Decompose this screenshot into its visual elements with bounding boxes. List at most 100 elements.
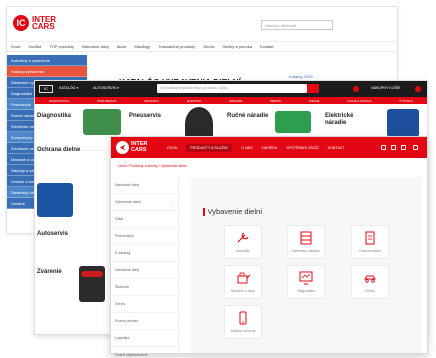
screenshot-stage: IC INTER CARS Hľadaj v obchode Úvod Vozi… <box>0 0 436 358</box>
sidebar-item[interactable]: Online objednávanie <box>111 347 178 358</box>
category-item[interactable]: PNEUSERVIS <box>97 99 116 103</box>
nav-item[interactable]: Služby a ponuka <box>222 44 252 49</box>
search-button[interactable] <box>307 84 319 93</box>
sidebar-item[interactable]: Logistika <box>111 330 178 347</box>
tile-label: Ručné náradie <box>227 113 269 119</box>
nav-item[interactable]: Kontakt <box>260 44 274 49</box>
card-label: Diagnostika <box>297 289 315 293</box>
toolbox-image <box>275 111 311 133</box>
catalogue-window: INTER CARS ÚVOD PRODUKTY A SLUŽBY O NÁS … <box>110 136 428 358</box>
nav-item[interactable]: Úvod <box>11 44 20 49</box>
phone-icon <box>235 311 251 325</box>
welder-stripe <box>81 271 103 277</box>
left-category-label[interactable]: Ochrana dielne <box>37 147 83 154</box>
sidebar-item-expandable[interactable]: Vybavenie dielní › <box>111 194 178 211</box>
cart-label[interactable]: NÁKUPNÝ KOŠÍK <box>371 86 400 90</box>
category-item[interactable]: ZDVIHÁKY <box>144 99 159 103</box>
store-logo[interactable]: IC <box>39 85 53 93</box>
category-card[interactable]: Diagnostika <box>287 265 325 299</box>
tile-label: Diagnostika <box>37 113 72 119</box>
menu-item-products-active[interactable]: PRODUKTY A SLUŽBY <box>186 143 233 152</box>
diagnostics-case-image <box>83 109 121 135</box>
intercars-logo[interactable]: IC INTER CARS <box>13 15 60 31</box>
category-card[interactable]: Dielenský nábytok <box>287 225 325 259</box>
logo-mark-icon: IC <box>13 15 29 31</box>
classic-header: IC INTER CARS Hľadaj v obchode <box>7 7 397 37</box>
intercars-logo-icon[interactable] <box>116 141 129 154</box>
category-bar: DIAGNOSTIKA PNEUSERVIS ZDVIHÁKY ELEKTRO … <box>35 97 427 104</box>
category-item[interactable]: DIELNE <box>309 99 320 103</box>
classic-nav: Úvod Vozidlá TOP produkty Náhradné diely… <box>7 41 397 52</box>
logo-text: INTER CARS <box>32 15 56 31</box>
store-left-column: Ochrana dielne Autoservis Zvárenie <box>35 141 83 336</box>
nav-item[interactable]: Transakčné produkty <box>158 44 195 49</box>
document-icon <box>362 231 378 245</box>
facebook-icon[interactable] <box>381 145 386 150</box>
search-icon[interactable] <box>401 145 406 150</box>
category-card[interactable]: Dokumentácia <box>351 225 389 259</box>
catalogue-sidebar: Náhradné diely Vybavenie dielní › Oleje P… <box>111 177 179 358</box>
menu-item-contact[interactable]: KONTAKT <box>328 146 345 150</box>
top-navigation-bar: INTER CARS ÚVOD PRODUKTY A SLUŽBY O NÁS … <box>111 137 427 158</box>
catalog-dropdown[interactable]: KATALÓG ▾ <box>59 86 78 90</box>
monitor-icon <box>298 271 314 285</box>
autoservice-dropdown[interactable]: AUTOSERVIS ▾ <box>93 86 119 90</box>
sidebar-item[interactable]: E-katalóg <box>111 245 178 262</box>
card-label: Dielenský nábytok <box>292 249 320 253</box>
breadcrumb[interactable]: Úvod / Produkty a služby / Vybavenie die… <box>118 164 187 168</box>
nav-item[interactable]: Akcie <box>117 44 127 49</box>
sidebar-item[interactable]: Rozvoj servisu <box>111 313 178 330</box>
card-label: Dokumentácia <box>359 249 381 253</box>
category-card[interactable]: Autodiely <box>224 225 262 259</box>
card-label: Zdvihy <box>365 289 375 293</box>
category-card[interactable]: Mobilné riešenia <box>224 305 262 339</box>
menu-item-consumables[interactable]: SPOTŘEBNÍ ZBOŽÍ <box>286 146 318 150</box>
menu-item-career[interactable]: KARIÉRA <box>261 146 277 150</box>
menu-item-home[interactable]: ÚVOD <box>167 146 177 150</box>
card-label: Mazanie a oleje <box>231 289 255 293</box>
card-label: Autodiely <box>236 249 250 253</box>
user-icon[interactable] <box>353 86 359 92</box>
youtube-icon[interactable] <box>391 145 396 150</box>
category-item[interactable]: DIAGNOSTIKA <box>49 99 70 103</box>
sidebar-item[interactable]: Školenia <box>111 279 178 296</box>
category-item[interactable]: VÝSTROJ <box>399 99 413 103</box>
tile-label: Pneuservis <box>129 113 162 119</box>
category-card[interactable]: Zdvihy <box>351 265 389 299</box>
section-title: Vybavenie dielní <box>203 207 262 216</box>
store-search-input[interactable]: Vyhľadávanie podľa názvu produktu, kódu.… <box>157 84 307 93</box>
car-lift-icon <box>362 271 378 285</box>
sidebar-item[interactable]: Autodiely a vybavenie <box>7 55 87 66</box>
compressor-image <box>37 183 73 217</box>
language-icon[interactable] <box>413 145 418 150</box>
logo-arrow-icon <box>119 144 126 151</box>
title-accent <box>203 207 205 216</box>
cart-icon[interactable] <box>415 86 421 92</box>
sidebar-item[interactable]: Servis <box>111 296 178 313</box>
category-item[interactable]: SERVIS <box>270 99 281 103</box>
menu-item-about[interactable]: O NÁS <box>241 146 252 150</box>
chevron-right-icon: › <box>170 200 172 205</box>
nav-item[interactable]: TOP produkty <box>49 44 74 49</box>
sidebar-item[interactable]: Náhradné diely <box>111 262 178 279</box>
wrench-icon <box>235 231 251 245</box>
category-item[interactable]: ELEKTRO <box>187 99 201 103</box>
main-menu: ÚVOD PRODUKTY A SLUŽBY O NÁS KARIÉRA SPO… <box>167 137 344 158</box>
card-label: Mobilné riešenia <box>230 329 256 333</box>
category-item[interactable]: NÁRADIE <box>229 99 242 103</box>
sidebar-item-active[interactable]: Katalóg vybavenia <box>7 66 87 77</box>
sidebar-item[interactable]: Oleje <box>111 211 178 228</box>
left-category-label[interactable]: Autoservis <box>37 231 83 238</box>
store-topbar: IC KATALÓG ▾ AUTOSERVIS ▾ Vyhľadávanie p… <box>35 81 427 97</box>
sidebar-item-label: Vybavenie dielní <box>115 200 142 204</box>
category-item[interactable]: OLEJE A MAZIVÁ <box>347 99 371 103</box>
power-tool-image <box>387 109 419 137</box>
nav-item[interactable]: Náhradné diely <box>82 44 109 49</box>
search-input[interactable]: Hľadaj v obchode <box>261 20 333 30</box>
nav-item[interactable]: Vozidlá <box>28 44 41 49</box>
category-card[interactable]: Mazanie a oleje <box>224 265 262 299</box>
nav-item[interactable]: Servis <box>203 44 214 49</box>
sidebar-item[interactable]: Pneumatiky <box>111 228 178 245</box>
sidebar-item[interactable]: Náhradné diely <box>111 177 178 194</box>
nav-item[interactable]: Katalógy <box>134 44 150 49</box>
